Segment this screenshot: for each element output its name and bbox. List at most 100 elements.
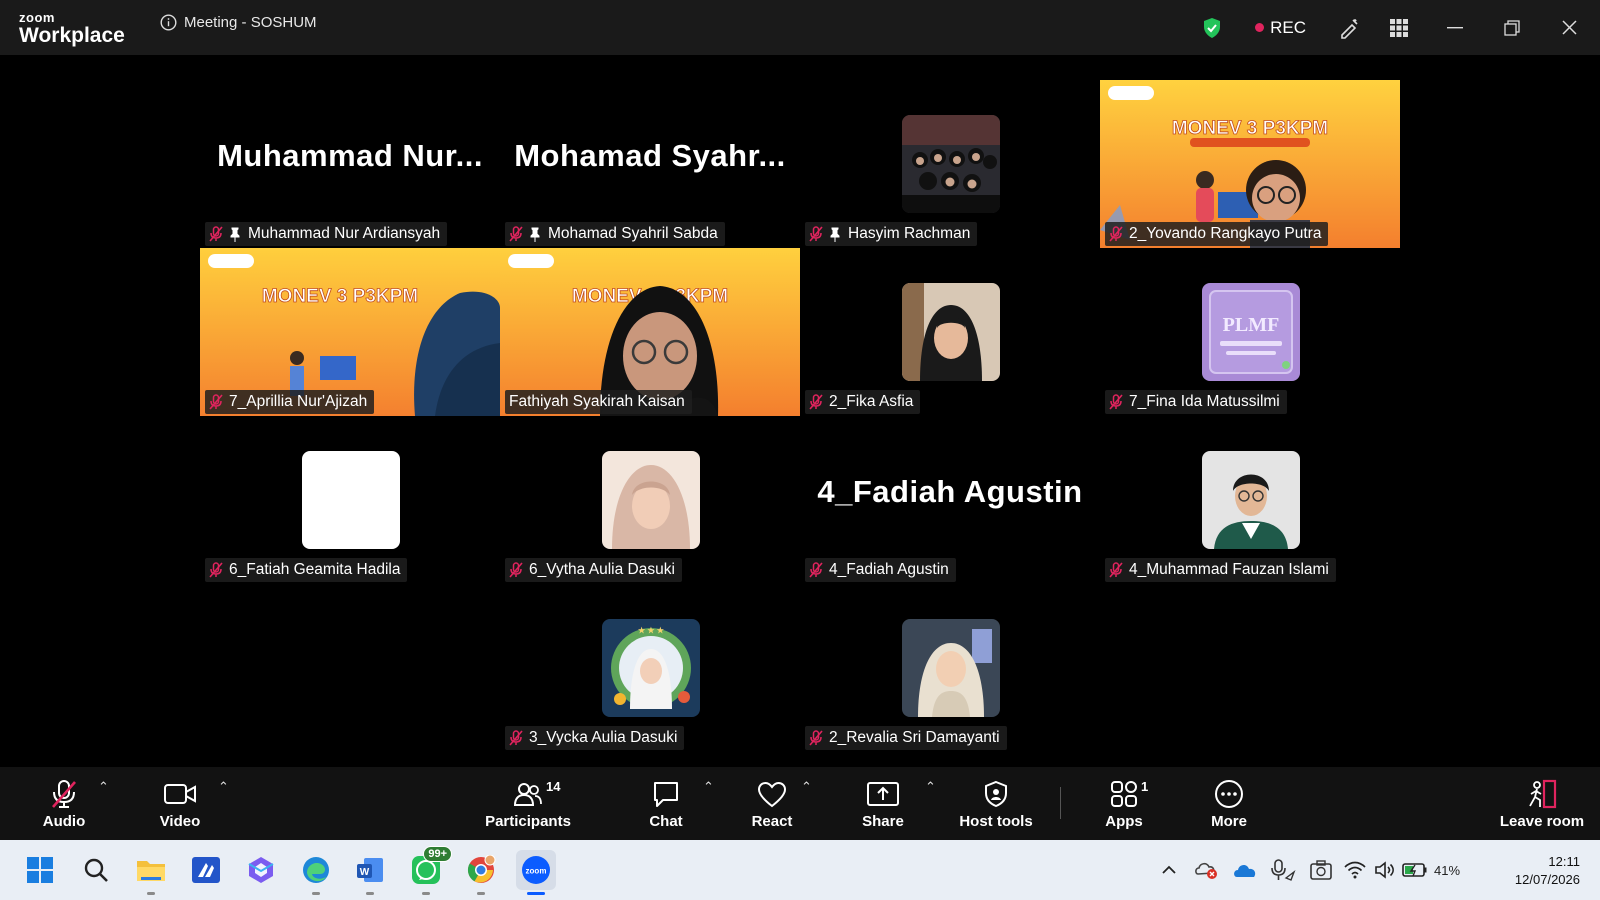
participant-tile[interactable]: 6_Vytha Aulia Dasuki bbox=[500, 416, 800, 584]
security-shield-icon[interactable] bbox=[1187, 0, 1237, 55]
leave-door-icon bbox=[1526, 777, 1558, 811]
profile-photo-avatar bbox=[1202, 451, 1300, 549]
participant-tile[interactable]: MONEV 3 P3KPM 7_Aprillia Nur'Ajizah bbox=[200, 248, 500, 416]
react-options-chevron-icon[interactable]: ⌃ bbox=[801, 779, 812, 795]
participant-tile[interactable]: 6_Fatiah Geamita Hadila bbox=[200, 416, 500, 584]
leave-room-label: Leave room bbox=[1499, 813, 1585, 830]
onedrive-error-icon[interactable] bbox=[1188, 850, 1226, 890]
battery-charging-icon[interactable] bbox=[1400, 850, 1430, 890]
minimize-icon[interactable] bbox=[1424, 0, 1486, 55]
mic-muted-icon bbox=[509, 730, 523, 746]
restore-icon[interactable] bbox=[1486, 0, 1538, 55]
participant-tile-active-speaker[interactable]: MONEV 3 P3KPM Fathiyah Syakirah Kaisan bbox=[500, 248, 800, 416]
snipping-tool-icon[interactable] bbox=[1302, 850, 1340, 890]
audio-options-chevron-icon[interactable]: ⌃ bbox=[98, 779, 109, 795]
mic-muted-icon bbox=[1109, 394, 1123, 410]
mic-muted-icon bbox=[50, 777, 78, 811]
participant-tile[interactable]: 4_Muhammad Fauzan Islami bbox=[1100, 416, 1400, 584]
mic-muted-icon bbox=[1109, 562, 1123, 578]
participant-name: 2_Revalia Sri Damayanti bbox=[829, 729, 1000, 746]
whatsapp-icon[interactable]: 99+ bbox=[406, 846, 452, 895]
share-options-chevron-icon[interactable]: ⌃ bbox=[925, 779, 936, 795]
participant-name: 6_Vytha Aulia Dasuki bbox=[529, 561, 675, 578]
word-icon[interactable]: W bbox=[350, 850, 390, 895]
chrome-icon[interactable] bbox=[461, 850, 501, 895]
participant-name: Mohamad Syahril Sabda bbox=[548, 225, 718, 242]
shield-icon bbox=[983, 777, 1009, 811]
more-label: More bbox=[1211, 813, 1247, 830]
participant-label: 2_Yovando Rangkayo Putra bbox=[1105, 222, 1329, 246]
meeting-info[interactable]: Meeting - SOSHUM bbox=[160, 14, 317, 31]
video-camera-icon bbox=[164, 777, 196, 811]
heart-icon bbox=[757, 777, 787, 811]
host-tools-label: Host tools bbox=[959, 813, 1033, 830]
logo-big: Workplace bbox=[19, 24, 125, 47]
rec-dot-icon bbox=[1255, 23, 1265, 32]
participant-tile[interactable]: Muhammad Nur... Muhammad Nur Ardiansyah bbox=[200, 80, 500, 248]
microphone-in-use-icon[interactable] bbox=[1264, 850, 1302, 890]
participant-tile[interactable]: 2_Revalia Sri Damayanti bbox=[800, 584, 1100, 752]
profile-photo-avatar bbox=[902, 619, 1000, 717]
participant-tile[interactable]: 4_Fadiah Agustin 4_Fadiah Agustin bbox=[800, 416, 1100, 584]
windows-taskbar: W 99+ zoom 41% 12:11 12/07/2026 bbox=[0, 840, 1600, 900]
zoom-app-icon[interactable]: zoom bbox=[516, 850, 556, 895]
windows-start-icon[interactable] bbox=[20, 850, 60, 890]
zoom-logo: zoom Workplace bbox=[19, 11, 125, 46]
more-button[interactable]: More bbox=[1199, 767, 1259, 840]
mic-muted-icon bbox=[809, 226, 823, 242]
onedrive-cloud-icon[interactable] bbox=[1226, 850, 1264, 890]
participant-label: Mohamad Syahril Sabda bbox=[505, 222, 725, 246]
participant-tile[interactable]: ★ ★ ★ 3_Vycka Aulia Dasuki bbox=[500, 584, 800, 752]
participant-name: 3_Vycka Aulia Dasuki bbox=[529, 729, 678, 746]
participant-label: 7_Aprillia Nur'Ajizah bbox=[205, 390, 375, 414]
logo-avatar: PLMF bbox=[1202, 283, 1300, 381]
participant-tile[interactable]: MONEV 3 P3KPM 2_Yovando Rangkayo Putra bbox=[1100, 80, 1400, 248]
participants-icon: 14 bbox=[493, 777, 563, 811]
apps-grid-icon[interactable] bbox=[1374, 0, 1424, 55]
apps-label: Apps bbox=[1105, 813, 1143, 830]
host-tools-button[interactable]: Host tools bbox=[954, 767, 1038, 840]
participant-label: Hasyim Rachman bbox=[805, 222, 978, 246]
volume-icon[interactable] bbox=[1370, 850, 1400, 890]
info-icon bbox=[160, 14, 177, 31]
running-indicator bbox=[147, 892, 155, 895]
apps-button[interactable]: 1 Apps bbox=[1094, 767, 1154, 840]
more-dots-icon bbox=[1214, 777, 1244, 811]
avatar-text: PLMF bbox=[1223, 314, 1280, 336]
participant-tile[interactable]: Hasyim Rachman bbox=[800, 80, 1100, 248]
video-button[interactable]: Video bbox=[150, 767, 210, 840]
profile-photo-avatar bbox=[602, 451, 700, 549]
recording-indicator[interactable]: REC bbox=[1255, 18, 1306, 38]
video-options-chevron-icon[interactable]: ⌃ bbox=[218, 779, 229, 795]
share-screen-icon bbox=[867, 777, 899, 811]
clock-time: 12:11 bbox=[1548, 854, 1580, 869]
chat-button[interactable]: Chat bbox=[636, 767, 696, 840]
edge-browser-icon[interactable] bbox=[296, 850, 336, 895]
react-button[interactable]: React bbox=[742, 767, 802, 840]
copilot-icon[interactable] bbox=[241, 850, 281, 890]
participant-name-display: Mohamad Syahr... bbox=[514, 138, 786, 173]
participants-button[interactable]: 14 Participants bbox=[480, 767, 576, 840]
annotate-icon[interactable] bbox=[1324, 0, 1374, 55]
notes-app-icon[interactable] bbox=[186, 850, 226, 890]
chat-options-chevron-icon[interactable]: ⌃ bbox=[703, 779, 714, 795]
react-label: React bbox=[751, 813, 793, 830]
profile-photo-avatar bbox=[902, 283, 1000, 381]
wifi-icon[interactable] bbox=[1340, 850, 1370, 890]
close-icon[interactable] bbox=[1538, 0, 1600, 55]
share-button[interactable]: Share bbox=[853, 767, 913, 840]
audio-button[interactable]: Audio bbox=[34, 767, 94, 840]
search-icon[interactable] bbox=[76, 850, 116, 890]
apps-icon: 1 bbox=[1099, 777, 1149, 811]
participants-label: Participants bbox=[485, 813, 571, 830]
running-indicator bbox=[477, 892, 485, 895]
show-hidden-icons-chevron-icon[interactable] bbox=[1150, 850, 1188, 890]
participant-name-display: Muhammad Nur... bbox=[217, 138, 483, 173]
participant-tile[interactable]: Mohamad Syahr... Mohamad Syahril Sabda bbox=[500, 80, 800, 248]
banner-text: MONEV 3 P3KPM bbox=[1172, 118, 1328, 139]
participant-tile[interactable]: PLMF 7_Fina Ida Matussilmi bbox=[1100, 248, 1400, 416]
leave-room-button[interactable]: Leave room bbox=[1494, 767, 1590, 840]
participant-tile[interactable]: 2_Fika Asfia bbox=[800, 248, 1100, 416]
clock[interactable]: 12:11 12/07/2026 bbox=[1515, 853, 1580, 889]
file-explorer-icon[interactable] bbox=[131, 850, 171, 895]
